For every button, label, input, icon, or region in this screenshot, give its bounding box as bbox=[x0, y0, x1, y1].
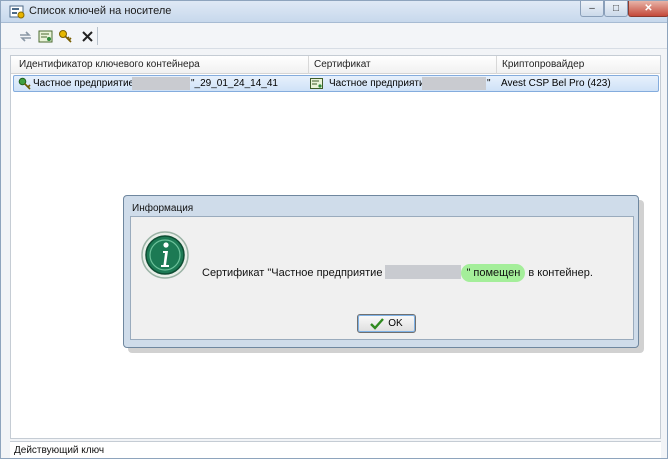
certificate-prefix: Частное предприятие " bbox=[329, 78, 437, 89]
title-bar[interactable]: Список ключей на носителе – □ ✕ bbox=[1, 1, 668, 23]
column-certificate[interactable]: Сертификат bbox=[314, 59, 371, 70]
close-button[interactable]: ✕ bbox=[628, 1, 668, 17]
status-bar: Действующий ключ bbox=[10, 441, 661, 458]
column-provider[interactable]: Криптопровайдер bbox=[502, 59, 584, 70]
redacted-name bbox=[422, 77, 486, 90]
info-icon bbox=[141, 231, 189, 279]
ok-button[interactable]: OK bbox=[357, 314, 416, 333]
message-prefix: Сертификат "Частное предприятие bbox=[202, 267, 383, 279]
dialog-title: Информация bbox=[132, 203, 194, 214]
list-header: Идентификатор ключевого контейнера Серти… bbox=[11, 56, 660, 74]
certificate-icon bbox=[310, 78, 323, 89]
table-row[interactable]: Частное предприятие " "_29_01_24_14_41 Ч… bbox=[13, 75, 659, 92]
refresh-icon[interactable] bbox=[17, 28, 33, 44]
minimize-button[interactable]: – bbox=[580, 1, 604, 17]
key-icon bbox=[18, 77, 31, 90]
checkmark-icon bbox=[370, 317, 385, 330]
column-container-id[interactable]: Идентификатор ключевого контейнера bbox=[19, 59, 200, 70]
dialog-body: Сертификат "Частное предприятие " помещен… bbox=[130, 216, 634, 340]
info-dialog: Информация Сертификат "Частное предприят… bbox=[123, 195, 639, 348]
column-divider[interactable] bbox=[308, 56, 309, 74]
message-highlight: " помещен bbox=[461, 264, 526, 282]
certificate-icon[interactable] bbox=[37, 28, 53, 44]
delete-icon[interactable] bbox=[79, 28, 95, 44]
maximize-button[interactable]: □ bbox=[604, 1, 628, 17]
dialog-message: Сертификат "Частное предприятие " помещен… bbox=[202, 264, 593, 282]
redacted-name bbox=[132, 77, 190, 90]
certificate-suffix: " bbox=[487, 78, 491, 89]
toolbar-separator bbox=[97, 27, 98, 45]
container-id-suffix: "_29_01_24_14_41 bbox=[191, 78, 278, 89]
container-id-prefix: Частное предприятие " bbox=[33, 78, 141, 89]
message-mid: " помещен bbox=[466, 267, 521, 279]
column-divider[interactable] bbox=[496, 56, 497, 74]
ok-label: OK bbox=[388, 318, 403, 329]
toolbar bbox=[1, 23, 667, 49]
window-title: Список ключей на носителе bbox=[29, 5, 172, 17]
key-icon[interactable] bbox=[57, 28, 73, 44]
redacted-name bbox=[385, 265, 462, 279]
status-label: Действующий ключ bbox=[14, 445, 105, 456]
crypto-provider: Avest CSP Bel Pro (423) bbox=[501, 78, 611, 89]
key-list-app-icon bbox=[9, 5, 25, 19]
message-suffix: в контейнер. bbox=[525, 267, 593, 279]
